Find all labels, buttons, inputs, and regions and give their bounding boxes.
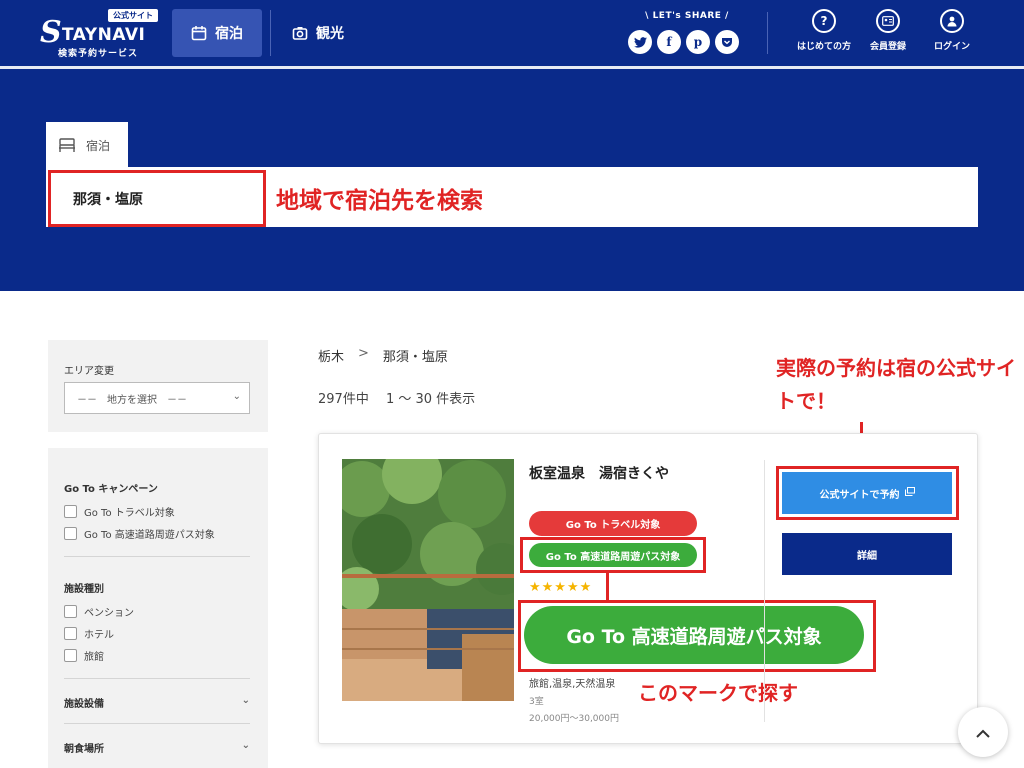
breadcrumb-item-nasu: 那須・塩原: [382, 350, 448, 365]
filter-goto-travel[interactable]: Go To トラベル対象: [64, 504, 175, 519]
annotation-connector: [606, 573, 609, 601]
share-icons: f p: [628, 30, 739, 54]
detail-button[interactable]: 詳細: [782, 533, 952, 575]
hotel-name[interactable]: 板室温泉 湯宿きくや: [529, 463, 669, 483]
calendar-icon: [191, 25, 207, 41]
logo-wordmark: TAYNAVI: [62, 25, 146, 45]
divider: [64, 678, 250, 679]
area-change-label: エリア変更: [64, 366, 114, 377]
filter-label: 旅館: [84, 652, 104, 663]
annotation-search-area: 地域で宿泊先を検索: [276, 188, 483, 214]
chevron-down-icon: ⌄: [241, 695, 250, 706]
hotel-price: 20,000円～30,000円: [529, 714, 619, 724]
filter-label: ペンション: [84, 608, 134, 619]
goto-highway-badge: Go To 高速道路周遊パス対象: [529, 543, 697, 567]
filter-breakfast-label: 朝食場所: [64, 744, 104, 755]
breadcrumb-item-tochigi[interactable]: 栃木: [318, 346, 344, 365]
member-register-link[interactable]: 会員登録: [856, 9, 920, 52]
nav-tab-stay[interactable]: 宿泊: [172, 9, 262, 57]
user-icon: [940, 9, 964, 33]
camera-icon: [292, 25, 308, 41]
area-change-panel: エリア変更 －－ 地方を選択 －－ ⌄: [48, 340, 268, 432]
pinterest-icon[interactable]: p: [686, 30, 710, 54]
logo-mark: S: [40, 15, 62, 50]
card-divider: [764, 460, 765, 722]
filter-label: Go To 高速道路周遊パス対象: [84, 530, 215, 541]
breadcrumb-separator: >: [358, 346, 369, 361]
goto-highway-badge-enlarged: Go To 高速道路周遊パス対象: [524, 606, 864, 664]
filter-panel: Go To キャンペーン Go To トラベル対象 Go To 高速道路周遊パス…: [48, 448, 268, 768]
header-divider: [767, 12, 768, 54]
nav-divider: [270, 10, 271, 56]
facebook-icon[interactable]: f: [657, 30, 681, 54]
filter-breakfast-toggle[interactable]: 朝食場所 ⌄: [64, 740, 250, 755]
member-register-label: 会員登録: [869, 42, 906, 52]
filter-goto-heading: Go To キャンペーン: [64, 484, 158, 495]
official-booking-button[interactable]: 公式サイトで予約: [782, 472, 952, 514]
chevron-down-icon: ⌄: [232, 391, 241, 402]
region-select-value: －－ 地方を選択 －－: [77, 394, 187, 406]
help-icon: ?: [812, 9, 836, 33]
nav-tab-stay-label: 宿泊: [215, 26, 243, 42]
twitter-icon[interactable]: [628, 30, 652, 54]
filter-pension[interactable]: ペンション: [64, 604, 134, 619]
first-time-link[interactable]: ? はじめての方: [792, 9, 856, 52]
nav-tab-sightseeing-label: 観光: [316, 26, 344, 42]
site-header: 公式サイト S TAYNAVI 検索予約サービス 宿泊 観光 \ LET's S…: [0, 0, 1024, 66]
filter-ryokan[interactable]: 旅館: [64, 648, 104, 663]
share-label: \ LET's SHARE /: [645, 11, 729, 21]
breadcrumb: 栃木 > 那須・塩原: [318, 346, 448, 365]
official-booking-label: 公式サイトで予約: [819, 489, 900, 501]
checkbox[interactable]: [64, 605, 77, 618]
search-tab-label: 宿泊: [86, 138, 111, 153]
annotation-booking: 実際の予約は宿の公式サイトで！: [776, 356, 1016, 413]
filter-facilities-toggle[interactable]: 施設設備 ⌄: [64, 695, 250, 710]
region-select[interactable]: －－ 地方を選択 －－ ⌄: [64, 382, 250, 414]
nav-tab-sightseeing[interactable]: 観光: [292, 9, 372, 57]
scroll-to-top-button[interactable]: [958, 707, 1008, 757]
filter-facilities-label: 施設設備: [64, 699, 104, 710]
checkbox[interactable]: [64, 627, 77, 640]
hotel-tags: 旅館,温泉,天然温泉: [529, 679, 616, 690]
filter-goto-highway[interactable]: Go To 高速道路周遊パス対象: [64, 526, 215, 541]
filter-label: ホテル: [84, 630, 114, 641]
checkbox[interactable]: [64, 649, 77, 662]
star-rating: ★★★★★: [529, 580, 593, 595]
checkbox[interactable]: [64, 527, 77, 540]
login-label: ログイン: [933, 42, 970, 52]
filter-facility-type-heading: 施設種別: [64, 584, 104, 595]
filter-label: Go To トラベル対象: [84, 508, 175, 519]
chevron-down-icon: ⌄: [241, 740, 250, 751]
divider: [64, 556, 250, 557]
search-tab-stay[interactable]: 宿泊: [46, 122, 128, 168]
staynavi-logo[interactable]: 公式サイト S TAYNAVI 検索予約サービス: [40, 8, 160, 60]
filter-hotel[interactable]: ホテル: [64, 626, 114, 641]
hotel-photo[interactable]: [342, 459, 514, 701]
bed-icon: [58, 137, 76, 153]
annotation-mark: このマークで探す: [638, 681, 798, 705]
result-count: 297件中 1 ～ 30 件表示: [318, 392, 476, 407]
divider: [64, 723, 250, 724]
goto-travel-badge: Go To トラベル対象: [529, 511, 697, 536]
external-link-icon: [904, 487, 915, 499]
chevron-up-icon: [976, 723, 990, 742]
login-link[interactable]: ログイン: [920, 9, 984, 52]
area-search-field[interactable]: 那須・塩原: [48, 170, 266, 227]
hotel-rooms: 3室: [529, 697, 544, 707]
first-time-label: はじめての方: [796, 42, 851, 52]
member-card-icon: [876, 9, 900, 33]
pocket-icon[interactable]: [715, 30, 739, 54]
logo-badge: 公式サイト: [108, 9, 158, 22]
checkbox[interactable]: [64, 505, 77, 518]
logo-subtitle: 検索予約サービス: [58, 49, 139, 59]
